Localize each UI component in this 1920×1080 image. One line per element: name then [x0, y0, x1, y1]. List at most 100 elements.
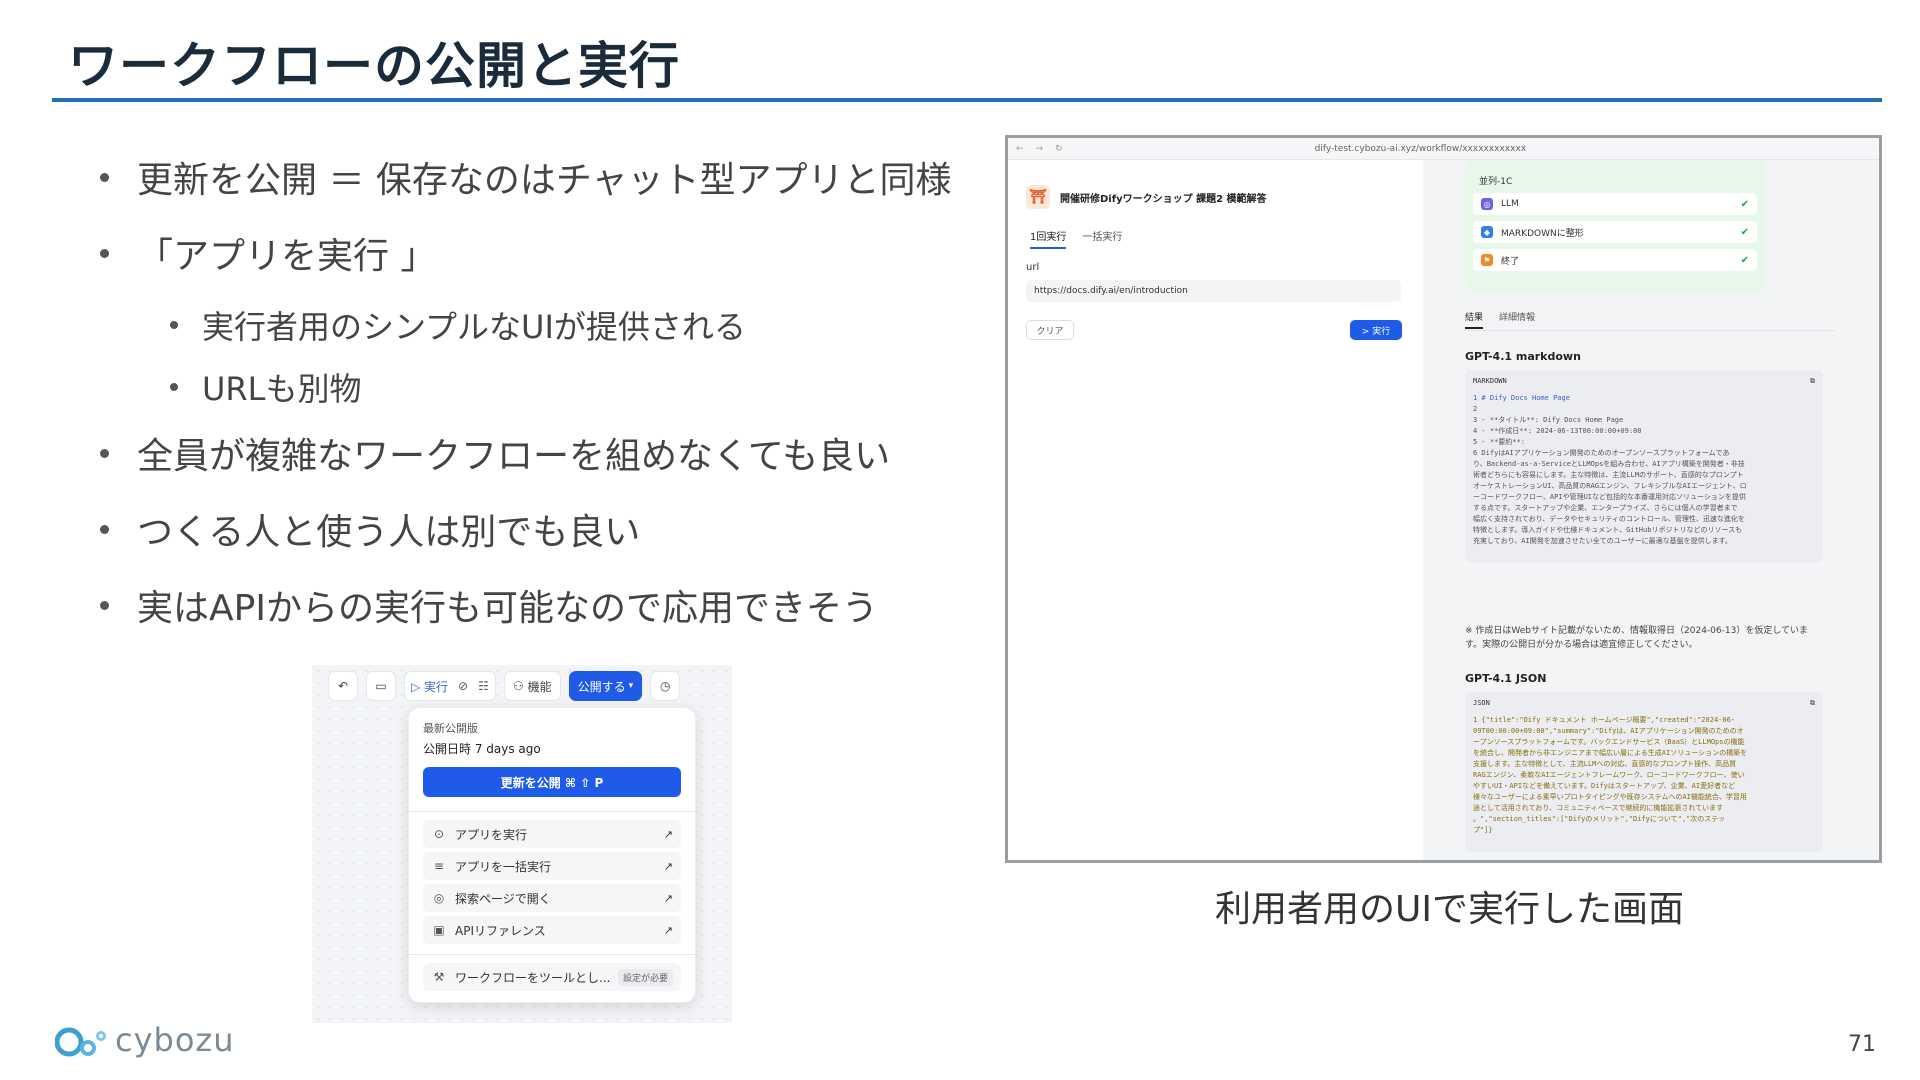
run-button[interactable]: > 実行: [1350, 320, 1402, 340]
features-icon: ⚇: [512, 679, 524, 693]
success-check-icon: ✔: [1740, 226, 1749, 238]
item-label: 探索ページで開く: [455, 891, 551, 906]
section-title-json: GPT-4.1 JSON: [1465, 672, 1547, 685]
url-input[interactable]: https://docs.dify.ai/en/introduction: [1026, 280, 1401, 302]
code-line: 2: [1473, 405, 1478, 413]
code-line: 3 - **タイトル**: Dify Docs Home Page: [1473, 416, 1624, 424]
run-form-pane: ⛩ 開催研修Difyワークショップ 課題2 模範解答 1回実行 一括実行 url…: [1008, 160, 1423, 860]
app-header: ⛩ 開催研修Difyワークショップ 課題2 模範解答: [1026, 185, 1267, 209]
bullet-text: つくる人と使う人は別でも良い: [137, 512, 641, 553]
explore-item[interactable]: ◎ 探索ページで開く ↗: [423, 884, 681, 912]
logo-mark-icon: [54, 1020, 111, 1060]
external-link-icon: ↗: [663, 891, 673, 905]
run-group: ▷ 実行 ⊘ ☷: [404, 671, 496, 701]
bullet-text: 「アプリを実行 」: [137, 236, 437, 277]
tab-batch-run[interactable]: 一括実行: [1082, 228, 1122, 249]
title-underline: [52, 98, 1882, 102]
bullet-item: 全員が複雑なワークフローを組めなくても良い: [95, 424, 995, 482]
code-line: 09T00:00:00+09:00","summary":"Difyは、AIアプ…: [1473, 727, 1744, 735]
node-llm: ◎ LLM ✔: [1473, 193, 1757, 215]
code-line: 途として活用されており、コミュニティベースで継続的に機能拡張されています: [1473, 804, 1724, 812]
external-link-icon: ↗: [663, 859, 673, 873]
json-output: JSON ⧉ 1 {"title":"Dify ドキュメント ホームページ概要",…: [1465, 692, 1823, 852]
address-bar: ← → ↻ dify-test.cybozu-ai.xyz/workflow/x…: [1008, 138, 1879, 160]
code-line: 1 {"title":"Dify ドキュメント ホームページ概要","creat…: [1473, 716, 1736, 724]
code-line: ープンソースプラットフォームです。バックエンドサービス（BaaS）とLLMOps…: [1473, 738, 1745, 746]
features-label: 機能: [527, 679, 552, 694]
bullet-text: URLも別物: [202, 370, 362, 408]
publish-button[interactable]: 公開する ▾: [568, 671, 643, 701]
node-label: LLM: [1501, 199, 1519, 209]
end-icon: ⚑: [1481, 254, 1493, 266]
item-label: アプリを一括実行: [455, 859, 552, 874]
undo-icon[interactable]: ↶: [328, 671, 358, 701]
workflow-as-tool-item[interactable]: ⚒ ワークフローをツールとし... 設定が必要: [423, 963, 681, 991]
publish-popup: 最新公開版 公開日時 7 days ago 更新を公開 ⌘ ⇧ P ⊙ アプリを実…: [408, 707, 696, 1003]
features-button[interactable]: ⚇ 機能: [503, 671, 561, 701]
section-title-markdown: GPT-4.1 markdown: [1465, 350, 1581, 363]
bullet-dot: [170, 383, 178, 391]
run-button[interactable]: ▷ 実行: [411, 678, 448, 695]
template-icon: ◆: [1481, 226, 1493, 238]
code-line: オーケストレーションUI、高品質のRAGエンジン、フレキシブルなAIエージェント…: [1473, 482, 1747, 490]
bullet-dot: [100, 172, 109, 182]
logo-text: cybozu: [115, 1021, 235, 1059]
code-line: 幅広く支持されており、データやセキュリティのコントロール、管理性、迅速な進化を: [1473, 515, 1745, 523]
explore-icon: ◎: [433, 891, 445, 905]
sub-bullet-item: URLも別物: [95, 362, 995, 412]
code-line: 5 - **要約**:: [1473, 438, 1525, 446]
url-text[interactable]: dify-test.cybozu-ai.xyz/workflow/xxxxxxx…: [1315, 144, 1527, 154]
external-link-icon: ↗: [663, 923, 673, 937]
bullet-item: つくる人と使う人は別でも良い: [95, 500, 995, 558]
code-line: 4 - **作成日**: 2024-06-13T00:00:00+09:00: [1473, 427, 1642, 435]
checklist-icon[interactable]: ⊘: [458, 679, 468, 693]
tab-result[interactable]: 結果: [1465, 310, 1484, 329]
publish-update-button[interactable]: 更新を公開 ⌘ ⇧ P: [423, 767, 681, 797]
code-line: 術者どちらにも容易にします。主な特徴は、主流LLMのサポート、直感的なプロンプト: [1473, 471, 1744, 479]
bullet-list: 更新を公開 ＝ 保存なのはチャット型アプリと同様 「アプリを実行 」 実行者用の…: [95, 148, 995, 652]
node-end: ⚑ 終了 ✔: [1473, 249, 1757, 271]
code-line: 6 DifyはAIアプリケーション開発のためのオープンソースプラットフォームであ: [1473, 449, 1730, 457]
code-line: 様々なユーザーによる素早いプロトタイピングや既存システムへのAI機能統合、学習用: [1473, 793, 1747, 801]
api-reference-item[interactable]: ▣ APIリファレンス ↗: [423, 916, 681, 944]
markdown-output: MARKDOWN ⧉ 1 # Dify Docs Home Page 2 3 - …: [1465, 370, 1823, 562]
history-icon[interactable]: ◷: [650, 671, 681, 701]
reload-icon[interactable]: ↻: [1055, 144, 1063, 154]
bullet-text: 全員が複雑なワークフローを組めなくても良い: [137, 436, 891, 477]
bullet-dot: [170, 321, 178, 329]
page-number: 71: [1848, 1032, 1876, 1057]
screenshot-caption: 利用者用のUIで実行した画面: [1215, 889, 1684, 930]
result-pane: 並列-1C ◎ LLM ✔ ◆ MARKDOWNに整形 ✔ ⚑ 終了 ✔ 結果 詳細情報 G…: [1423, 160, 1879, 860]
tab-detail[interactable]: 詳細情報: [1499, 310, 1535, 329]
node-markdown: ◆ MARKDOWNに整形 ✔: [1473, 221, 1757, 243]
slide: ワークフローの公開と実行 更新を公開 ＝ 保存なのはチャット型アプリと同様 「ア…: [0, 0, 1920, 1080]
api-icon: ▣: [433, 923, 445, 937]
code-header: JSON: [1473, 699, 1490, 707]
success-check-icon: ✔: [1740, 198, 1749, 210]
back-icon[interactable]: ←: [1016, 144, 1024, 154]
code-line: プ"]}: [1473, 826, 1493, 834]
clear-button[interactable]: クリア: [1026, 320, 1074, 340]
latest-version-label: 最新公開版: [423, 722, 478, 735]
code-header: MARKDOWN: [1473, 377, 1507, 385]
batch-run-item[interactable]: ≡ アプリを一括実行 ↗: [423, 852, 681, 880]
env-icon[interactable]: ▭: [366, 671, 396, 701]
code-line: 支援します。主な特徴として、主流LLMへの対応、直感的なプロンプト操作、高品質: [1473, 760, 1737, 768]
copy-icon[interactable]: ⧉: [1810, 698, 1815, 709]
success-check-icon: ✔: [1740, 254, 1749, 266]
bullet-dot: [100, 248, 109, 258]
item-label: アプリを実行: [455, 827, 528, 842]
bullet-dot: [100, 524, 109, 534]
run-ui-screenshot: ← → ↻ dify-test.cybozu-ai.xyz/workflow/x…: [1005, 135, 1882, 863]
copy-icon[interactable]: ⧉: [1810, 376, 1815, 387]
cybozu-logo: cybozu: [54, 1020, 235, 1060]
forward-icon[interactable]: →: [1036, 144, 1044, 154]
run-app-item[interactable]: ⊙ アプリを実行 ↗: [423, 820, 681, 848]
tab-single-run[interactable]: 1回実行: [1030, 228, 1067, 249]
workflow-progress: 並列-1C ◎ LLM ✔ ◆ MARKDOWNに整形 ✔ ⚑ 終了 ✔: [1465, 160, 1765, 292]
bullet-text: 実行者用のシンプルなUIが提供される: [202, 308, 746, 346]
workflow-toolbar: ↶ ▭ ▷ 実行 ⊘ ☷ ⚇ 機能 公開する ▾ ◷: [328, 671, 681, 701]
sub-bullet-item: 実行者用のシンプルなUIが提供される: [95, 300, 995, 350]
parallel-label: 並列-1C: [1479, 177, 1513, 187]
list-icon[interactable]: ☷: [478, 679, 489, 693]
